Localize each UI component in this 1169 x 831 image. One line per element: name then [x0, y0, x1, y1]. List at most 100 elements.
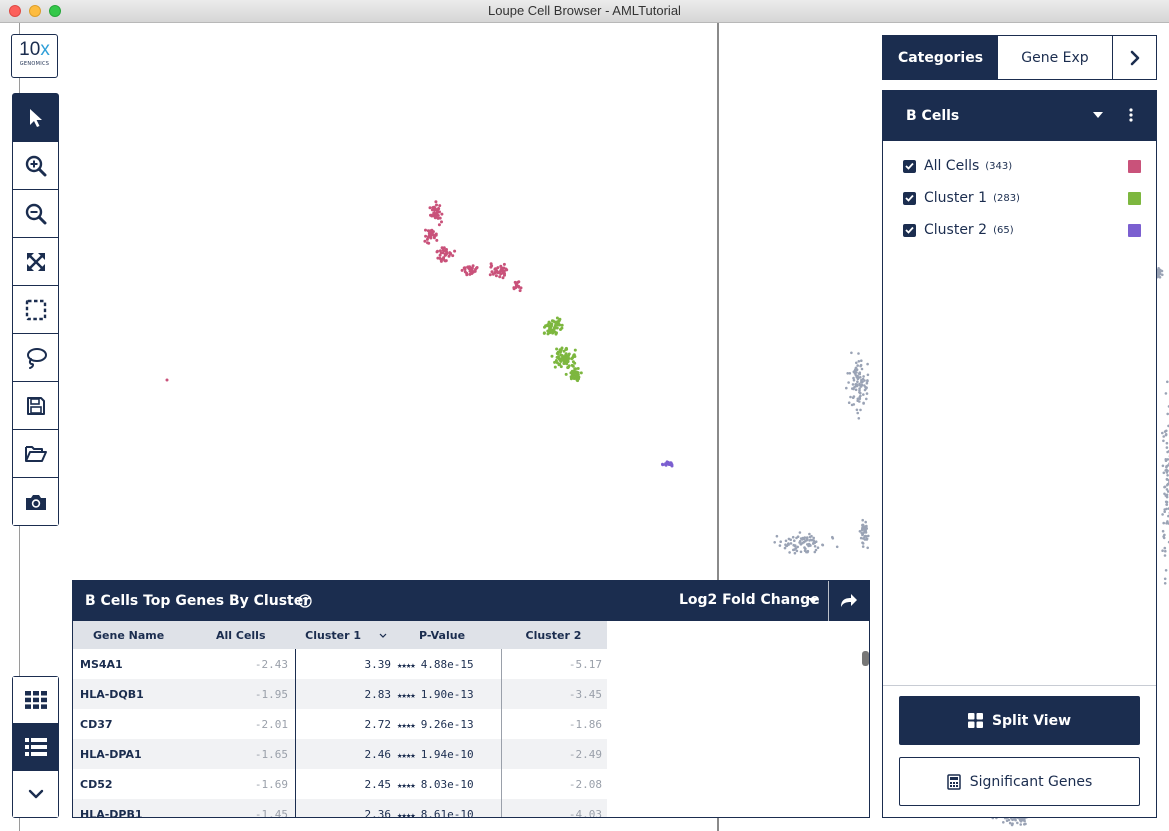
cell-point — [545, 323, 549, 327]
cell-point — [438, 216, 442, 220]
cell-point — [1164, 469, 1167, 472]
table-row[interactable]: MS4A1 -2.43 3.39 ★★★★ 4.88e-15 -5.17 — [73, 649, 607, 679]
all-cells-value: -1.95 — [193, 679, 296, 709]
significance-stars: ★★★★ — [397, 690, 416, 701]
col-gene-name[interactable]: Gene Name — [73, 621, 193, 649]
gene-name-cell[interactable]: HLA-DPA1 — [73, 739, 193, 769]
cell-point — [865, 397, 868, 401]
table-row[interactable]: HLA-DPB1 -1.45 2.36 ★★★★ 8.61e-10 -4.03 — [73, 799, 607, 817]
gene-name-cell[interactable]: CD52 — [73, 769, 193, 799]
category-item-cluster-1[interactable]: Cluster 1 (283) — [903, 188, 1141, 208]
cell-point — [1008, 821, 1012, 825]
checkbox-checked[interactable] — [903, 223, 916, 237]
cell-point — [862, 537, 865, 540]
gene-name-cell[interactable]: MS4A1 — [73, 649, 193, 679]
gene-name-cell[interactable]: HLA-DQB1 — [73, 679, 193, 709]
list-view-button[interactable] — [13, 724, 58, 771]
cell-point — [847, 381, 850, 384]
significant-genes-button[interactable]: Significant Genes — [899, 757, 1140, 806]
grid-view-button[interactable] — [13, 677, 58, 724]
gene-name-cell[interactable]: HLA-DPB1 — [73, 799, 193, 817]
cell-point — [1164, 433, 1168, 436]
category-item-cluster-2[interactable]: Cluster 2 (65) — [903, 220, 1141, 240]
cell-point — [435, 203, 438, 207]
pointer-tool-button[interactable] — [13, 94, 58, 142]
checkbox-checked[interactable] — [903, 159, 916, 173]
table-row[interactable]: HLA-DPA1 -1.65 2.46 ★★★★ 1.94e-10 -2.49 — [73, 739, 607, 769]
cell-point — [1162, 471, 1166, 475]
cell-point — [866, 546, 869, 550]
col-cluster-1[interactable]: Cluster 1 — [295, 621, 397, 649]
category-label: All Cells — [924, 158, 980, 174]
share-export-icon[interactable] — [839, 591, 859, 609]
cell-point — [1164, 392, 1168, 395]
cell-point — [866, 373, 870, 377]
table-scrollbar[interactable] — [862, 651, 869, 666]
col-cluster-2[interactable]: Cluster 2 — [501, 621, 607, 649]
col-all-cells[interactable]: All Cells — [193, 621, 296, 649]
cell-point — [442, 246, 446, 250]
zoom-in-button[interactable] — [13, 142, 58, 190]
cell-point — [808, 532, 811, 536]
more-options-icon[interactable] — [1129, 108, 1133, 122]
cell-point — [779, 540, 782, 543]
split-view-button[interactable]: Split View — [899, 696, 1140, 745]
cell-point — [564, 346, 568, 350]
table-row[interactable]: CD52 -1.69 2.45 ★★★★ 8.03e-10 -2.08 — [73, 769, 607, 799]
cell-point — [567, 364, 571, 368]
cell-point — [434, 200, 438, 204]
metric-selector[interactable]: Log2 Fold Change — [679, 592, 820, 608]
cell-point — [1163, 577, 1167, 581]
tab-categories[interactable]: Categories — [883, 36, 998, 79]
category-item-all-cells[interactable]: All Cells (343) — [903, 156, 1141, 176]
col-p-value[interactable]: P-Value — [397, 621, 502, 649]
cell-point — [471, 270, 475, 274]
help-icon[interactable] — [298, 594, 312, 608]
cell-point — [447, 254, 451, 258]
window-titlebar: Loupe Cell Browser - AMLTutorial — [0, 0, 1169, 23]
checkbox-checked[interactable] — [903, 191, 916, 205]
screenshot-button[interactable] — [13, 478, 58, 525]
table-row[interactable]: HLA-DQB1 -1.95 2.83 ★★★★ 1.90e-13 -3.45 — [73, 679, 607, 709]
cell-point — [860, 367, 864, 371]
cell-point — [861, 526, 864, 529]
category-selector[interactable]: B Cells — [883, 91, 1156, 141]
lasso-select-button[interactable] — [13, 334, 58, 382]
cell-point — [865, 538, 869, 541]
open-button[interactable] — [13, 430, 58, 478]
cell-point — [563, 356, 567, 360]
chevron-right-icon — [1130, 50, 1139, 65]
cell-point — [858, 400, 861, 403]
cell-point — [435, 212, 439, 216]
category-title: B Cells — [906, 108, 960, 124]
cell-point — [556, 352, 560, 356]
p-value: 4.88e-15 — [420, 657, 474, 671]
cell-point — [852, 370, 856, 374]
cell-point — [862, 375, 865, 378]
cell-point — [859, 391, 862, 395]
cell-point — [570, 357, 574, 361]
cell-point — [861, 542, 865, 545]
color-swatch[interactable] — [1128, 191, 1141, 205]
collapse-panel-button[interactable] — [13, 771, 58, 817]
caret-down-icon[interactable] — [808, 598, 818, 604]
open-folder-icon — [24, 445, 47, 462]
cell-point — [579, 371, 583, 375]
table-row[interactable]: CD37 -2.01 2.72 ★★★★ 9.26e-13 -1.86 — [73, 709, 607, 739]
tab-gene-exp[interactable]: Gene Exp — [998, 36, 1113, 79]
tab-next-button[interactable] — [1113, 36, 1156, 79]
color-swatch[interactable] — [1128, 159, 1141, 173]
view-toolbar — [12, 676, 59, 818]
cell-point — [1161, 464, 1165, 468]
fit-to-screen-button[interactable] — [13, 238, 58, 286]
color-swatch[interactable] — [1128, 223, 1141, 237]
box-select-button[interactable] — [13, 286, 58, 334]
p-value: 9.26e-13 — [420, 717, 474, 731]
zoom-out-button[interactable] — [13, 190, 58, 238]
cell-point — [517, 280, 521, 284]
cell-point — [665, 460, 669, 464]
cell-point — [795, 549, 799, 553]
save-button[interactable] — [13, 382, 58, 430]
gene-name-cell[interactable]: CD37 — [73, 709, 193, 739]
caret-down-icon[interactable] — [1093, 112, 1103, 118]
